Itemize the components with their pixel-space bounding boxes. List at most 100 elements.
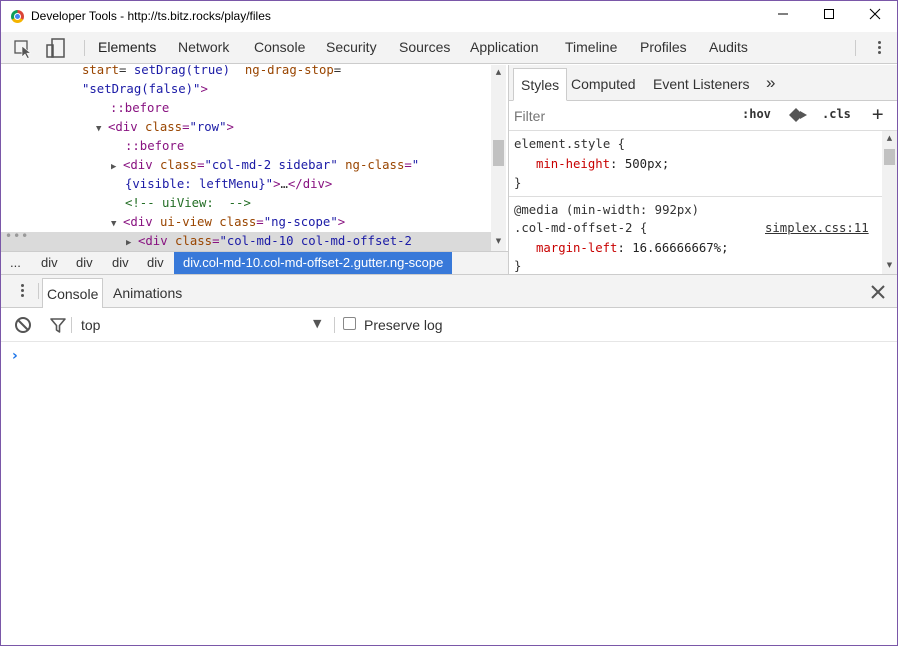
close-drawer-button[interactable] bbox=[869, 283, 887, 301]
more-menu-button[interactable] bbox=[869, 39, 889, 57]
chrome-logo-icon bbox=[11, 10, 24, 23]
dom-node-line[interactable]: ::before bbox=[125, 137, 184, 156]
tab-timeline[interactable]: Timeline bbox=[565, 32, 617, 63]
style-rule-element-style: element.style { min-height: 500px; } bbox=[509, 131, 882, 195]
minimize-icon bbox=[778, 13, 788, 15]
dom-token-tag: <div bbox=[123, 215, 161, 229]
tab-computed[interactable]: Computed bbox=[564, 68, 643, 101]
dom-node-line[interactable]: ▶ <div class="col-md-2 sidebar" ng-class=… bbox=[111, 156, 419, 175]
execution-context-select[interactable]: top bbox=[81, 317, 100, 333]
dom-token-attr: class bbox=[145, 120, 183, 134]
breadcrumb-item[interactable]: div bbox=[76, 252, 93, 274]
devtools-window: Developer Tools - http://ts.bitz.rocks/p… bbox=[0, 0, 898, 646]
maximize-button[interactable] bbox=[806, 1, 852, 32]
rule-selector[interactable]: element.style bbox=[514, 137, 610, 151]
cls-toggle[interactable]: .cls bbox=[822, 107, 851, 121]
drawer-menu-button[interactable] bbox=[15, 282, 31, 302]
tab-sources[interactable]: Sources bbox=[399, 32, 450, 63]
dom-token-tag: > bbox=[226, 120, 234, 134]
dom-token-val: "col-md-2 sidebar" bbox=[204, 158, 338, 172]
tab-styles[interactable]: Styles bbox=[513, 68, 568, 101]
chevron-down-icon[interactable]: ▼ bbox=[313, 317, 321, 330]
hover-state-toggle[interactable]: :hov bbox=[742, 107, 771, 121]
dom-token-plain: = bbox=[119, 65, 134, 77]
media-query: @media (min-width: 992px) bbox=[514, 203, 700, 217]
tab-profiles[interactable]: Profiles bbox=[640, 32, 687, 63]
inspect-element-button[interactable] bbox=[10, 32, 38, 63]
preserve-log-checkbox[interactable] bbox=[343, 317, 356, 330]
toolbar-divider-right bbox=[855, 40, 856, 56]
dom-node-line[interactable]: start= setDrag(true) ng-drag-stop= bbox=[82, 65, 341, 80]
scroll-down-arrow-icon[interactable]: ▼ bbox=[491, 237, 506, 245]
tab-event-listeners[interactable]: Event Listeners bbox=[646, 68, 757, 101]
rule-selector[interactable]: .col-md-offset-2 bbox=[514, 221, 632, 235]
styles-filter-input[interactable] bbox=[514, 108, 714, 124]
stylesheet-source-link[interactable]: simplex.css:11 bbox=[765, 221, 869, 235]
close-window-button[interactable] bbox=[852, 1, 897, 32]
elements-scrollbar[interactable]: ▲ ▼ bbox=[491, 65, 506, 251]
dom-token-plain bbox=[230, 65, 245, 77]
dom-token-pseudo: ::before bbox=[110, 101, 170, 115]
dom-token-attr: class bbox=[160, 158, 198, 172]
css-property-value[interactable]: : 16.66666667%; bbox=[617, 241, 728, 255]
filter-button[interactable] bbox=[49, 316, 67, 337]
console-toolbar-divider bbox=[334, 317, 335, 333]
css-property-name[interactable]: margin-left bbox=[536, 241, 617, 255]
scroll-down-arrow-icon[interactable]: ▼ bbox=[882, 261, 897, 269]
expand-triangle-right-icon[interactable]: ▶ bbox=[111, 158, 123, 177]
dom-node-line[interactable]: ▼ <div class="row"> bbox=[96, 118, 234, 137]
dom-node-line[interactable]: "setDrag(false)"> bbox=[82, 80, 208, 99]
dom-node-selected[interactable]: ▶ <div class="col-md-10 col-md-offset-2 bbox=[1, 232, 491, 251]
dom-overflow-dots: ••• bbox=[5, 229, 30, 243]
dom-node-line[interactable]: <!-- uiView: --> bbox=[125, 194, 251, 213]
breadcrumb-selected[interactable]: div.col-md-10.col-md-offset-2.gutter.ng-… bbox=[174, 252, 453, 274]
styles-scrollbar-thumb[interactable] bbox=[884, 149, 895, 165]
drawer-tab-bar: Console Animations bbox=[1, 274, 897, 309]
css-property-value[interactable]: : 500px; bbox=[610, 157, 669, 171]
dom-node-line[interactable]: {visible: leftMenu}">…</div> bbox=[125, 175, 332, 194]
new-style-rule-button[interactable]: + bbox=[872, 103, 883, 125]
preserve-log-label[interactable]: Preserve log bbox=[364, 317, 443, 333]
elements-dom-tree[interactable]: start= setDrag(true) ng-drag-stop= "setDr… bbox=[1, 65, 508, 251]
console-output-area[interactable] bbox=[1, 342, 897, 645]
breadcrumb-ellipsis[interactable]: ... bbox=[10, 252, 21, 274]
scroll-up-arrow-icon[interactable]: ▲ bbox=[882, 134, 897, 142]
drawer-tab-animations[interactable]: Animations bbox=[109, 278, 186, 309]
window-title: Developer Tools - http://ts.bitz.rocks/p… bbox=[31, 9, 271, 23]
dom-token-attr: ng-drag-stop bbox=[244, 65, 334, 77]
clear-console-button[interactable] bbox=[14, 316, 32, 337]
tab-audits[interactable]: Audits bbox=[709, 32, 748, 63]
element-classes-button[interactable] bbox=[788, 107, 808, 126]
close-icon bbox=[871, 285, 885, 299]
expand-triangle-down-icon[interactable]: ▼ bbox=[96, 120, 108, 139]
breadcrumb-item[interactable]: div bbox=[41, 252, 58, 274]
dom-node-line[interactable]: ::before bbox=[110, 99, 169, 118]
tab-application[interactable]: Application bbox=[470, 32, 539, 63]
expand-triangle-right-icon[interactable]: ▶ bbox=[126, 234, 138, 251]
close-icon bbox=[869, 8, 881, 20]
styles-sidebar: Styles Computed Event Listeners » :hov .… bbox=[508, 65, 897, 274]
filter-icon bbox=[50, 318, 66, 333]
dom-token-tag: <div bbox=[108, 120, 146, 134]
tab-console[interactable]: Console bbox=[254, 32, 305, 63]
more-tabs-chevron-icon[interactable]: » bbox=[759, 66, 782, 99]
tab-network[interactable]: Network bbox=[178, 32, 229, 63]
breadcrumb-item[interactable]: div bbox=[112, 252, 129, 274]
toolbar-divider bbox=[84, 40, 85, 56]
styles-tab-bar: Styles Computed Event Listeners » bbox=[509, 65, 897, 101]
console-prompt-icon[interactable]: › bbox=[12, 348, 18, 364]
device-toolbar-icon bbox=[46, 38, 65, 58]
elements-scrollbar-thumb[interactable] bbox=[493, 140, 504, 166]
tab-elements[interactable]: Elements bbox=[98, 32, 156, 63]
minimize-button[interactable] bbox=[760, 1, 806, 32]
dom-node-line[interactable]: ▼ <div ui-view class="ng-scope"> bbox=[111, 213, 345, 232]
dom-token-tag: </div> bbox=[287, 177, 333, 191]
tab-security[interactable]: Security bbox=[326, 32, 377, 63]
styles-scrollbar[interactable]: ▲ ▼ bbox=[882, 131, 897, 274]
css-property-name[interactable]: min-height bbox=[536, 157, 610, 171]
breadcrumb-item[interactable]: div bbox=[147, 252, 164, 274]
drawer-tab-console[interactable]: Console bbox=[42, 278, 104, 309]
dom-token-val: "col-md-10 col-md-offset-2 bbox=[219, 234, 412, 248]
device-toolbar-button[interactable] bbox=[43, 32, 71, 63]
scroll-up-arrow-icon[interactable]: ▲ bbox=[491, 68, 506, 76]
